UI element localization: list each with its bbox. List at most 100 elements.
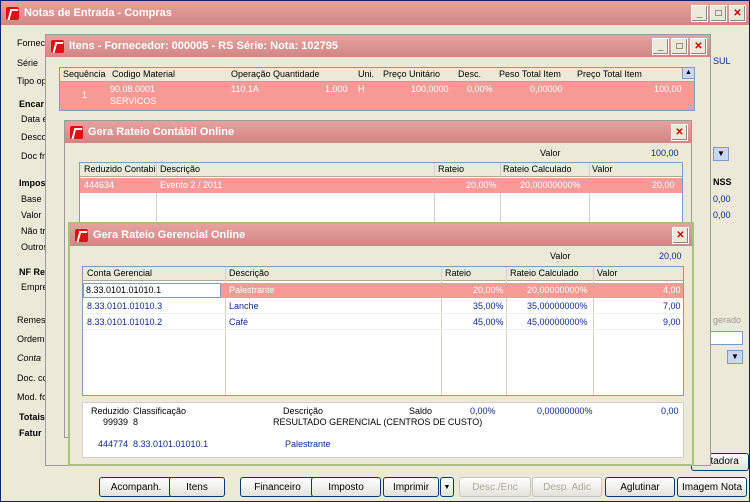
gerencial-valor-1: 4,00 bbox=[663, 285, 681, 295]
footer-descricao-label: Descrição bbox=[283, 406, 324, 416]
contabil-valor-cell: 20,00 bbox=[652, 180, 675, 190]
col-rateio-calculado[interactable]: Rateio Calculado bbox=[503, 164, 572, 174]
gerencial-row-3[interactable]: 8.33.0101.01010.2 Café 45,00% 45,0000000… bbox=[83, 315, 683, 330]
gerencial-footer: Reduzido Classificação Descrição Saldo 0… bbox=[82, 402, 684, 458]
itens-desc: 0,00% bbox=[467, 84, 493, 94]
imagem-nota-button[interactable]: Imagem Nota bbox=[677, 477, 747, 497]
contabil-title-bar[interactable]: Gera Rateio Contábil Online ✕ bbox=[65, 121, 691, 143]
itens-uni: H bbox=[358, 84, 365, 94]
imposto-button[interactable]: Imposto bbox=[311, 477, 381, 497]
contabil-row[interactable]: 444634 Evento 2 / 2011 20,00% 20,0000000… bbox=[80, 178, 682, 193]
col-g-rateio-calculado[interactable]: Rateio Calculado bbox=[510, 268, 579, 278]
col-codigo-material[interactable]: Codigo Material bbox=[112, 69, 175, 79]
gerencial-valor-label: Valor bbox=[550, 251, 571, 261]
footer-sel-classificacao: 8.33.0101.01010.1 bbox=[133, 439, 209, 449]
itens-title-bar[interactable]: Itens - Fornecedor: 000005 - RS Série: N… bbox=[46, 35, 710, 57]
itens-close-icon[interactable]: ✕ bbox=[690, 37, 707, 55]
financeiro-button[interactable]: Financeiro bbox=[240, 477, 315, 497]
footer-classificacao: 8 bbox=[133, 417, 139, 427]
contabil-logo-icon bbox=[69, 125, 84, 140]
label-totais: Totais bbox=[19, 412, 45, 422]
gerencial-row-2[interactable]: 8.33.0101.01010.3 Lanche 35,00% 35,00000… bbox=[83, 299, 683, 314]
footer-saldo-pct: 0,00% bbox=[470, 406, 496, 416]
gerencial-valor-2: 7,00 bbox=[663, 301, 681, 311]
gerencial-title: Gera Rateio Gerencial Online bbox=[93, 229, 246, 241]
gerencial-calculado-3: 45,00000000% bbox=[527, 317, 588, 327]
contabil-valor: 100,00 bbox=[651, 148, 679, 158]
label-doc-co: Doc. co bbox=[17, 373, 48, 383]
col-desc[interactable]: Desc. bbox=[458, 69, 481, 79]
label-conta: Conta bbox=[17, 353, 42, 363]
gerencial-calculado-1: 20,00000000% bbox=[527, 285, 588, 295]
label-encargos: Encar bbox=[19, 99, 45, 109]
col-rateio[interactable]: Rateio bbox=[438, 164, 464, 174]
main-title-bar[interactable]: Notas de Entrada - Compras _ □ ✕ bbox=[1, 1, 749, 25]
label-right-value-2: 0,00 bbox=[713, 210, 731, 220]
conta-dropdown-icon[interactable]: ▼ bbox=[727, 350, 743, 364]
col-uni[interactable]: Uni. bbox=[358, 69, 374, 79]
itens-quantidade: 1,000 bbox=[325, 84, 348, 94]
label-data: Data e bbox=[21, 114, 48, 124]
imprimir-dropdown-icon[interactable]: ▼ bbox=[440, 477, 454, 497]
footer-saldo-label: Saldo bbox=[409, 406, 433, 416]
gerencial-close-icon[interactable]: ✕ bbox=[672, 226, 689, 244]
col-peso-total[interactable]: Peso Total Item bbox=[499, 69, 561, 79]
col-g-descricao[interactable]: Descrição bbox=[229, 268, 269, 278]
label-impostos: Impos bbox=[19, 178, 46, 188]
imprimir-button[interactable]: Imprimir bbox=[383, 477, 439, 497]
col-operacao[interactable]: Operação bbox=[231, 69, 271, 79]
itens-seq: 1 bbox=[82, 90, 88, 100]
conta-edit-input[interactable]: 8.33.0101.01010.1 bbox=[83, 283, 221, 298]
gerencial-descricao-3: Café bbox=[229, 317, 249, 327]
itens-peso: 0,00000 bbox=[530, 84, 563, 94]
col-reduzido-contabil[interactable]: Reduzido Contabil bbox=[84, 164, 158, 174]
close-icon[interactable]: ✕ bbox=[729, 4, 746, 22]
gerencial-valor-3: 9,00 bbox=[663, 317, 681, 327]
acompanh-button[interactable]: Acompanh. bbox=[99, 477, 173, 497]
contabil-close-icon[interactable]: ✕ bbox=[671, 123, 688, 141]
itens-scroll-up-icon[interactable]: ▲ bbox=[682, 67, 695, 79]
minimize-icon[interactable]: _ bbox=[691, 4, 708, 22]
contabil-reduzido: 444634 bbox=[84, 180, 115, 190]
col-conta-gerencial[interactable]: Conta Gerencial bbox=[87, 268, 152, 278]
itens-minimize-icon[interactable]: _ bbox=[652, 37, 669, 55]
itens-row[interactable]: 1 90.08.0001 SERVICOS 110.1A 1,000 H 100… bbox=[60, 82, 694, 110]
gerencial-window: Gera Rateio Gerencial Online ✕ Valor 20,… bbox=[68, 222, 694, 466]
col-preco-total[interactable]: Preço Total Item bbox=[577, 69, 642, 79]
footer-descricao: RESULTADO GERENCIAL (CENTROS DE CUSTO) bbox=[273, 417, 483, 427]
gerencial-title-bar[interactable]: Gera Rateio Gerencial Online ✕ bbox=[70, 224, 692, 246]
desp-adic-button[interactable]: Desp. Adic bbox=[532, 477, 602, 497]
gerencial-valor: 20,00 bbox=[659, 251, 682, 261]
itens-operacao: 110.1A bbox=[231, 84, 259, 94]
col-preco-unitario[interactable]: Preço Unitário bbox=[383, 69, 440, 79]
label-outros: Outros bbox=[21, 242, 49, 252]
gerencial-row-1[interactable]: 8.33.0101.01010.1 Palestrante 20,00% 20,… bbox=[83, 283, 683, 298]
label-doc-fr: Doc fr bbox=[21, 151, 46, 161]
gerencial-descricao-1: Palestrante bbox=[229, 285, 275, 295]
maximize-icon[interactable]: □ bbox=[710, 4, 727, 22]
col-valor[interactable]: Valor bbox=[592, 164, 612, 174]
label-base: Base bbox=[21, 194, 42, 204]
doc-dropdown-icon[interactable]: ▼ bbox=[713, 147, 729, 161]
footer-saldo-calc: 0,00000000% bbox=[537, 406, 593, 416]
main-title: Notas de Entrada - Compras bbox=[24, 7, 172, 19]
desc-enc-button[interactable]: Desc./Enc bbox=[459, 477, 531, 497]
aglutinar-button[interactable]: Aglutinar bbox=[605, 477, 675, 497]
col-g-rateio[interactable]: Rateio bbox=[445, 268, 471, 278]
contabil-grid-header: Reduzido Contabil Descrição Rateio Ratei… bbox=[80, 163, 682, 177]
itens-maximize-icon[interactable]: □ bbox=[671, 37, 688, 55]
contabil-calculado: 20,00000000% bbox=[520, 180, 581, 190]
col-sequencia[interactable]: Sequência bbox=[63, 69, 106, 79]
contabil-rateio: 20,00% bbox=[466, 180, 497, 190]
label-nao-tributado: Não tri bbox=[21, 226, 48, 236]
col-g-valor[interactable]: Valor bbox=[597, 268, 617, 278]
itens-button[interactable]: Itens bbox=[169, 477, 225, 497]
label-mod-fo: Mod. fo bbox=[17, 392, 48, 402]
app-logo-icon bbox=[5, 6, 20, 21]
gerencial-conta-2: 8.33.0101.01010.3 bbox=[87, 301, 163, 311]
col-quantidade[interactable]: Quantidade bbox=[273, 69, 320, 79]
itens-grid-header: Sequência Codigo Material Operação Quant… bbox=[60, 68, 694, 82]
label-inss: NSS bbox=[713, 177, 732, 187]
col-descricao[interactable]: Descrição bbox=[160, 164, 200, 174]
gerencial-logo-icon bbox=[74, 228, 89, 243]
